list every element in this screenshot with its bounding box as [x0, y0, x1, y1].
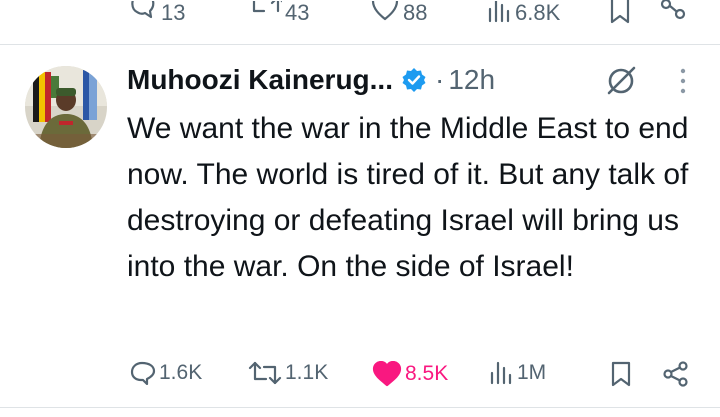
like-count: 88: [403, 0, 428, 25]
grok-icon[interactable]: [604, 64, 638, 98]
share-button[interactable]: [660, 0, 688, 24]
tweet-divider-bottom: [0, 407, 720, 408]
separator: ·: [435, 64, 445, 95]
more-icon[interactable]: [680, 68, 686, 94]
repost-count: 43: [285, 0, 310, 25]
share-button[interactable]: [662, 361, 690, 387]
views-count: 6.8K: [515, 0, 561, 25]
bookmark-button[interactable]: [609, 0, 631, 26]
bookmark-button[interactable]: [610, 361, 632, 387]
like-button[interactable]: 8.5K: [372, 361, 448, 387]
author-name[interactable]: Muhoozi Kainerug...: [127, 64, 393, 96]
avatar-image: [25, 66, 107, 148]
repost-button[interactable]: 43: [250, 0, 309, 26]
views-count: 1M: [517, 361, 547, 384]
like-button[interactable]: 88: [370, 0, 427, 26]
views-icon: [490, 361, 512, 385]
reply-count: 13: [161, 0, 186, 25]
views-icon: [488, 1, 510, 23]
bookmark-icon: [610, 0, 630, 24]
repost-icon: [248, 361, 282, 385]
views-button[interactable]: 1M: [488, 361, 546, 385]
repost-count: 1.1K: [285, 361, 329, 384]
tweet-text: We want the war in the Middle East to en…: [127, 112, 689, 283]
heart-icon: [372, 361, 402, 387]
avatar[interactable]: [25, 66, 107, 148]
tweet-divider: [0, 44, 720, 45]
heart-icon: [371, 1, 399, 21]
like-count: 8.5K: [405, 362, 449, 385]
repost-icon: [252, 1, 282, 13]
reply-button[interactable]: 13: [130, 0, 185, 26]
tweet-header: Muhoozi Kainerug... · 12h: [127, 62, 495, 98]
reply-icon: [131, 1, 155, 19]
reply-count: 1.6K: [159, 361, 203, 384]
repost-button[interactable]: 1.1K: [248, 361, 328, 385]
bookmark-icon: [611, 361, 631, 387]
share-icon: [660, 0, 686, 20]
previous-tweet-actions: 13 43 88 6.8K: [0, 0, 720, 44]
reply-button[interactable]: 1.6K: [130, 361, 202, 385]
views-button[interactable]: 6.8K: [486, 0, 560, 26]
reply-icon: [130, 361, 156, 385]
verified-badge-icon: [402, 68, 426, 92]
tweet-time[interactable]: 12h: [448, 64, 495, 96]
share-icon: [663, 361, 688, 387]
